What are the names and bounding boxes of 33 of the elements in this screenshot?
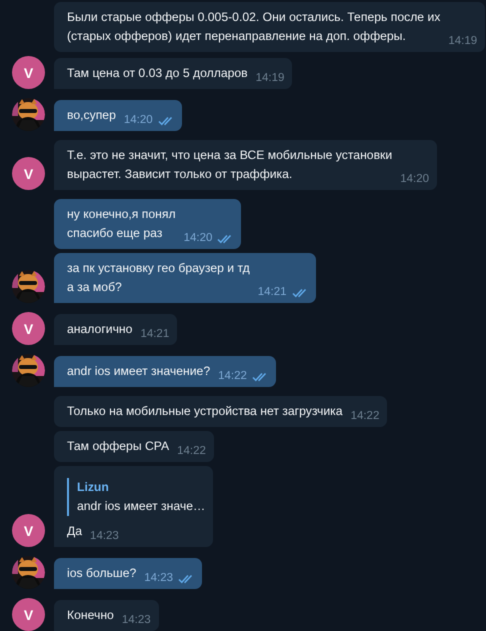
- message-time: 14:21: [140, 327, 170, 342]
- reply-text: andr ios имеет значе…: [77, 498, 206, 515]
- avatar: V: [12, 514, 45, 547]
- message-text: аналогично: [67, 321, 132, 338]
- message-text: andr ios имеет значение?: [67, 363, 210, 380]
- avatar: V: [12, 598, 45, 631]
- avatar: V: [12, 157, 45, 190]
- message-text: ну конечно,я понял спасибо еще раз: [67, 206, 176, 242]
- message-time: 14:22: [177, 444, 206, 459]
- message-time: 14:23: [122, 613, 151, 628]
- message-text: Конечно: [67, 607, 114, 624]
- message-time: 14:20: [124, 113, 153, 128]
- message-text: Там офферы CPA: [67, 438, 170, 455]
- message-text: Т.е. это не значит, что цена за ВСЕ мобильные установки вырастет. Зависит только от траффика.: [67, 147, 392, 183]
- avatar: V: [12, 56, 45, 89]
- message-text: Только на мобильные устройства нет загрузчика: [67, 403, 343, 420]
- message-time: 14:22: [218, 369, 247, 384]
- message-text: Были старые офферы 0.005-0.02. Они остались. Теперь после их (старых офферов) идет перенаправление на доп. офферы.: [67, 9, 440, 45]
- message-text: Там цена от 0.03 до 5 долларов: [67, 65, 248, 82]
- message-time: 14:19: [448, 34, 478, 49]
- message-time: 14:20: [400, 172, 429, 187]
- message-time: 14:23: [90, 529, 119, 544]
- reply-author: Lizun: [77, 479, 110, 496]
- message-text: во,супер: [67, 107, 116, 124]
- message-text: Да: [67, 523, 82, 540]
- avatar: V: [12, 312, 45, 345]
- message-text: за пк установку гео браузер и тд а за моб?: [67, 260, 250, 296]
- message-time: 14:23: [144, 571, 174, 586]
- message-time: 14:21: [258, 285, 287, 300]
- message-time: 14:19: [256, 71, 284, 86]
- message-text: ios больше?: [67, 565, 136, 582]
- message-time: 14:20: [184, 231, 212, 246]
- message-time: 14:22: [350, 409, 380, 424]
